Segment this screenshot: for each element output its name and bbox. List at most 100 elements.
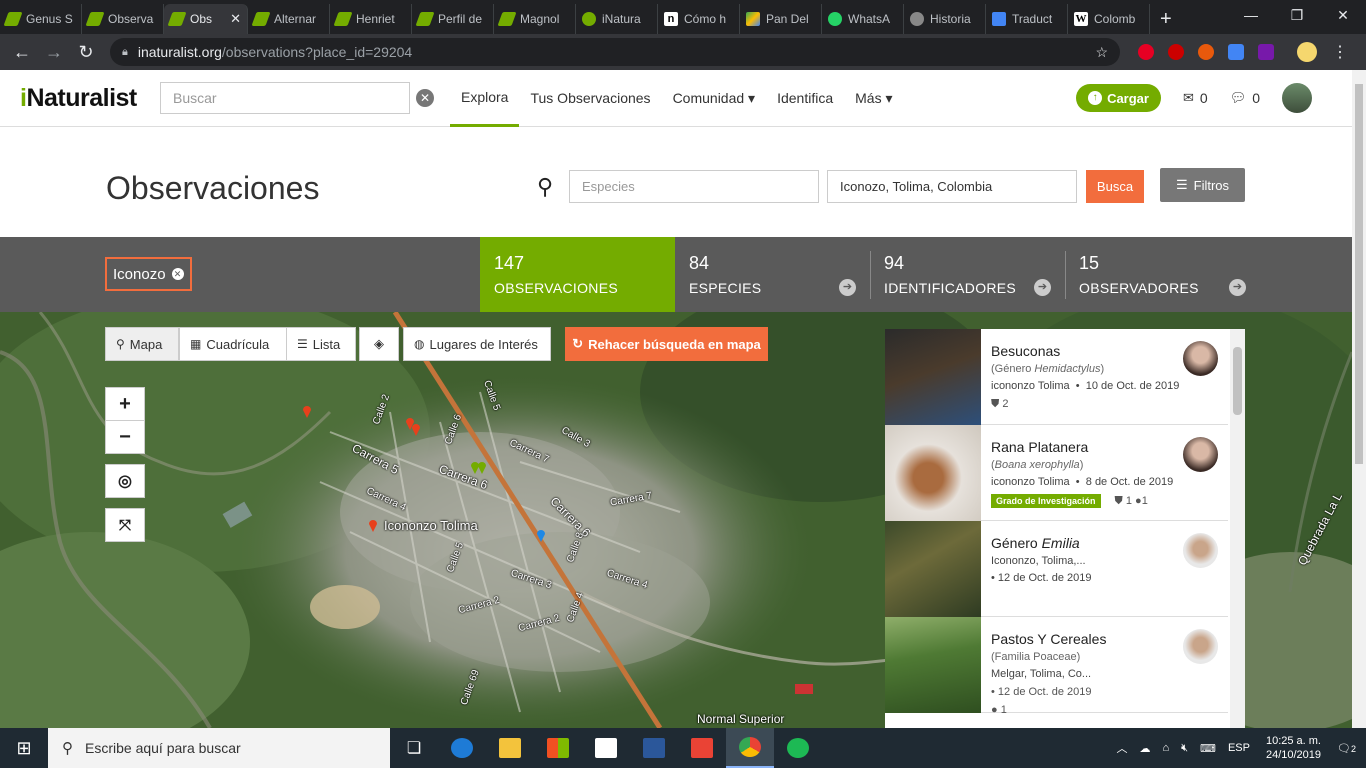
notifications-icon[interactable]: 🗨︎2 [1337, 742, 1356, 755]
view-grid-button[interactable]: ▦ Cuadrícula [179, 327, 287, 361]
browser-tab[interactable]: Magnol [494, 4, 576, 34]
edge-icon[interactable] [438, 728, 486, 768]
close-window-icon[interactable]: ✕ [1320, 0, 1366, 30]
browser-tab[interactable]: Alternar [248, 4, 330, 34]
site-search-input[interactable]: Buscar [160, 82, 410, 114]
file-explorer-icon[interactable] [486, 728, 534, 768]
filters-button[interactable]: ☰ Filtros [1160, 168, 1245, 202]
place-input[interactable]: Iconozo, Tolima, Colombia [827, 170, 1077, 203]
task-view-icon[interactable]: ❏ [390, 728, 438, 768]
observation-common-name[interactable]: Género Emilia [991, 535, 1080, 551]
view-map-button[interactable]: ⚲ Mapa [105, 327, 179, 361]
user-avatar[interactable] [1282, 83, 1312, 113]
url-input[interactable]: 🔒︎ inaturalist.org/observations?place_id… [110, 38, 1120, 66]
browser-tab[interactable]: Perfil de [412, 4, 494, 34]
observation-item[interactable]: Pastos Y Cereales (Familia Poaceae) Melg… [885, 617, 1228, 716]
browser-tab[interactable]: Henriet [330, 4, 412, 34]
layers-button[interactable]: ◈ [359, 327, 399, 361]
network-icon[interactable]: ⌂ [1162, 742, 1169, 754]
forward-icon[interactable]: → [38, 42, 70, 63]
scroll-thumb[interactable] [1233, 347, 1242, 415]
observation-photo[interactable] [885, 521, 981, 617]
redo-search-in-map-button[interactable]: ↻ Rehacer búsqueda en mapa [565, 327, 768, 361]
observation-item[interactable]: Género Emilia Icononzo, Tolima,... • 12 … [885, 521, 1228, 617]
stat-observers[interactable]: 15 OBSERVADORES ➔ [1065, 237, 1260, 312]
mail-icon[interactable] [582, 728, 630, 768]
observer-avatar[interactable] [1183, 629, 1218, 664]
remove-place-icon[interactable]: ✕ [171, 268, 184, 280]
volume-muted-icon[interactable]: 🔇︎ [1181, 742, 1188, 755]
page-scrollbar[interactable] [1352, 70, 1366, 728]
taskbar-search-input[interactable]: ⚲ Escribe aquí para buscar [48, 728, 390, 768]
list-scrollbar[interactable] [1230, 329, 1245, 728]
messages-counter[interactable]: ✉ 0 [1183, 90, 1208, 106]
view-list-button[interactable]: ☰ Lista [286, 327, 356, 361]
observer-avatar[interactable] [1183, 437, 1218, 472]
word-icon[interactable] [630, 728, 678, 768]
windows-start-icon[interactable]: ⊞ [0, 738, 48, 759]
observation-photo[interactable] [885, 329, 981, 425]
pinterest-icon[interactable] [1138, 44, 1154, 60]
new-tab-icon[interactable]: + [1150, 4, 1182, 34]
clock[interactable]: 10:25 a. m. 24/10/2019 [1266, 734, 1321, 762]
observer-avatar[interactable] [1183, 533, 1218, 568]
zoom-in-button[interactable]: + [105, 387, 145, 421]
menu-dots-icon[interactable]: ⋮ [1324, 42, 1356, 62]
extension-icon[interactable] [1198, 44, 1214, 60]
onedrive-icon[interactable]: ☁ [1139, 742, 1150, 755]
observation-common-name[interactable]: Pastos Y Cereales [991, 631, 1106, 647]
browser-tab[interactable]: W Colomb [1068, 4, 1150, 34]
place-filter-pill[interactable]: Iconozo ✕ [105, 257, 192, 291]
maximize-icon[interactable]: ❐ [1274, 0, 1320, 30]
clear-search-icon[interactable]: ✕ [416, 89, 434, 107]
observation-item[interactable]: Besuconas (Género Hemidactylus) icononzo… [885, 329, 1228, 425]
browser-tab[interactable]: Genus S [0, 4, 82, 34]
close-tab-icon[interactable]: ✕ [230, 11, 241, 27]
onenote-icon[interactable] [1258, 44, 1274, 60]
comments-counter[interactable]: 💬︎ 0 [1230, 90, 1260, 106]
observation-common-name[interactable]: Rana Platanera [991, 439, 1088, 455]
gmail-icon[interactable] [678, 728, 726, 768]
browser-tab[interactable]: Traduct [986, 4, 1068, 34]
observation-photo[interactable] [885, 617, 981, 713]
browser-tab[interactable]: Observa [82, 4, 164, 34]
browser-tab[interactable]: Pan Del [740, 4, 822, 34]
translate-icon[interactable] [1228, 44, 1244, 60]
browser-tab-active[interactable]: Obs ✕ [164, 4, 248, 34]
profile-icon[interactable] [1297, 42, 1317, 62]
observation-item[interactable]: Rana Platanera (Boana xerophylla) iconon… [885, 425, 1228, 521]
store-icon[interactable] [534, 728, 582, 768]
chrome-icon[interactable] [726, 728, 774, 768]
nav-mas[interactable]: Más ▾ [844, 70, 903, 127]
back-icon[interactable]: ← [6, 42, 38, 63]
stat-identifiers[interactable]: 94 IDENTIFICADORES ➔ [870, 237, 1065, 312]
nav-explora[interactable]: Explora [450, 70, 520, 127]
adblock-icon[interactable] [1168, 44, 1184, 60]
browser-tab[interactable]: Historia [904, 4, 986, 34]
scroll-thumb[interactable] [1355, 84, 1363, 464]
spotify-icon[interactable] [774, 728, 822, 768]
keyboard-icon[interactable]: ⌨ [1200, 742, 1216, 755]
fullscreen-button[interactable]: ⤧ [105, 508, 145, 542]
species-input[interactable]: Especies [569, 170, 819, 203]
browser-tab[interactable]: WhatsA [822, 4, 904, 34]
browser-tab[interactable]: iNatura [576, 4, 658, 34]
chevron-up-icon[interactable]: ︿ [1116, 740, 1127, 756]
language-indicator[interactable]: ESP [1228, 742, 1250, 754]
locate-me-button[interactable]: ◎ [105, 464, 145, 498]
zoom-out-button[interactable]: − [105, 420, 145, 454]
search-button[interactable]: Busca [1086, 170, 1144, 203]
inaturalist-logo[interactable]: iNaturalist [20, 84, 150, 113]
observation-photo[interactable] [885, 425, 981, 521]
stat-species[interactable]: 84 ESPECIES ➔ [675, 237, 870, 312]
stat-observations[interactable]: 147 OBSERVACIONES [480, 237, 675, 312]
nav-identifica[interactable]: Identifica [766, 70, 844, 127]
browser-tab[interactable]: n Cómo h [658, 4, 740, 34]
places-of-interest-button[interactable]: ◍ Lugares de Interés [403, 327, 551, 361]
observation-common-name[interactable]: Besuconas [991, 343, 1060, 359]
nav-tus-observaciones[interactable]: Tus Observaciones [519, 70, 661, 127]
bookmark-star-icon[interactable]: ☆ [1095, 44, 1108, 61]
nav-comunidad[interactable]: Comunidad ▾ [662, 70, 767, 127]
upload-button[interactable]: ↑ Cargar [1076, 84, 1161, 112]
observer-avatar[interactable] [1183, 341, 1218, 376]
